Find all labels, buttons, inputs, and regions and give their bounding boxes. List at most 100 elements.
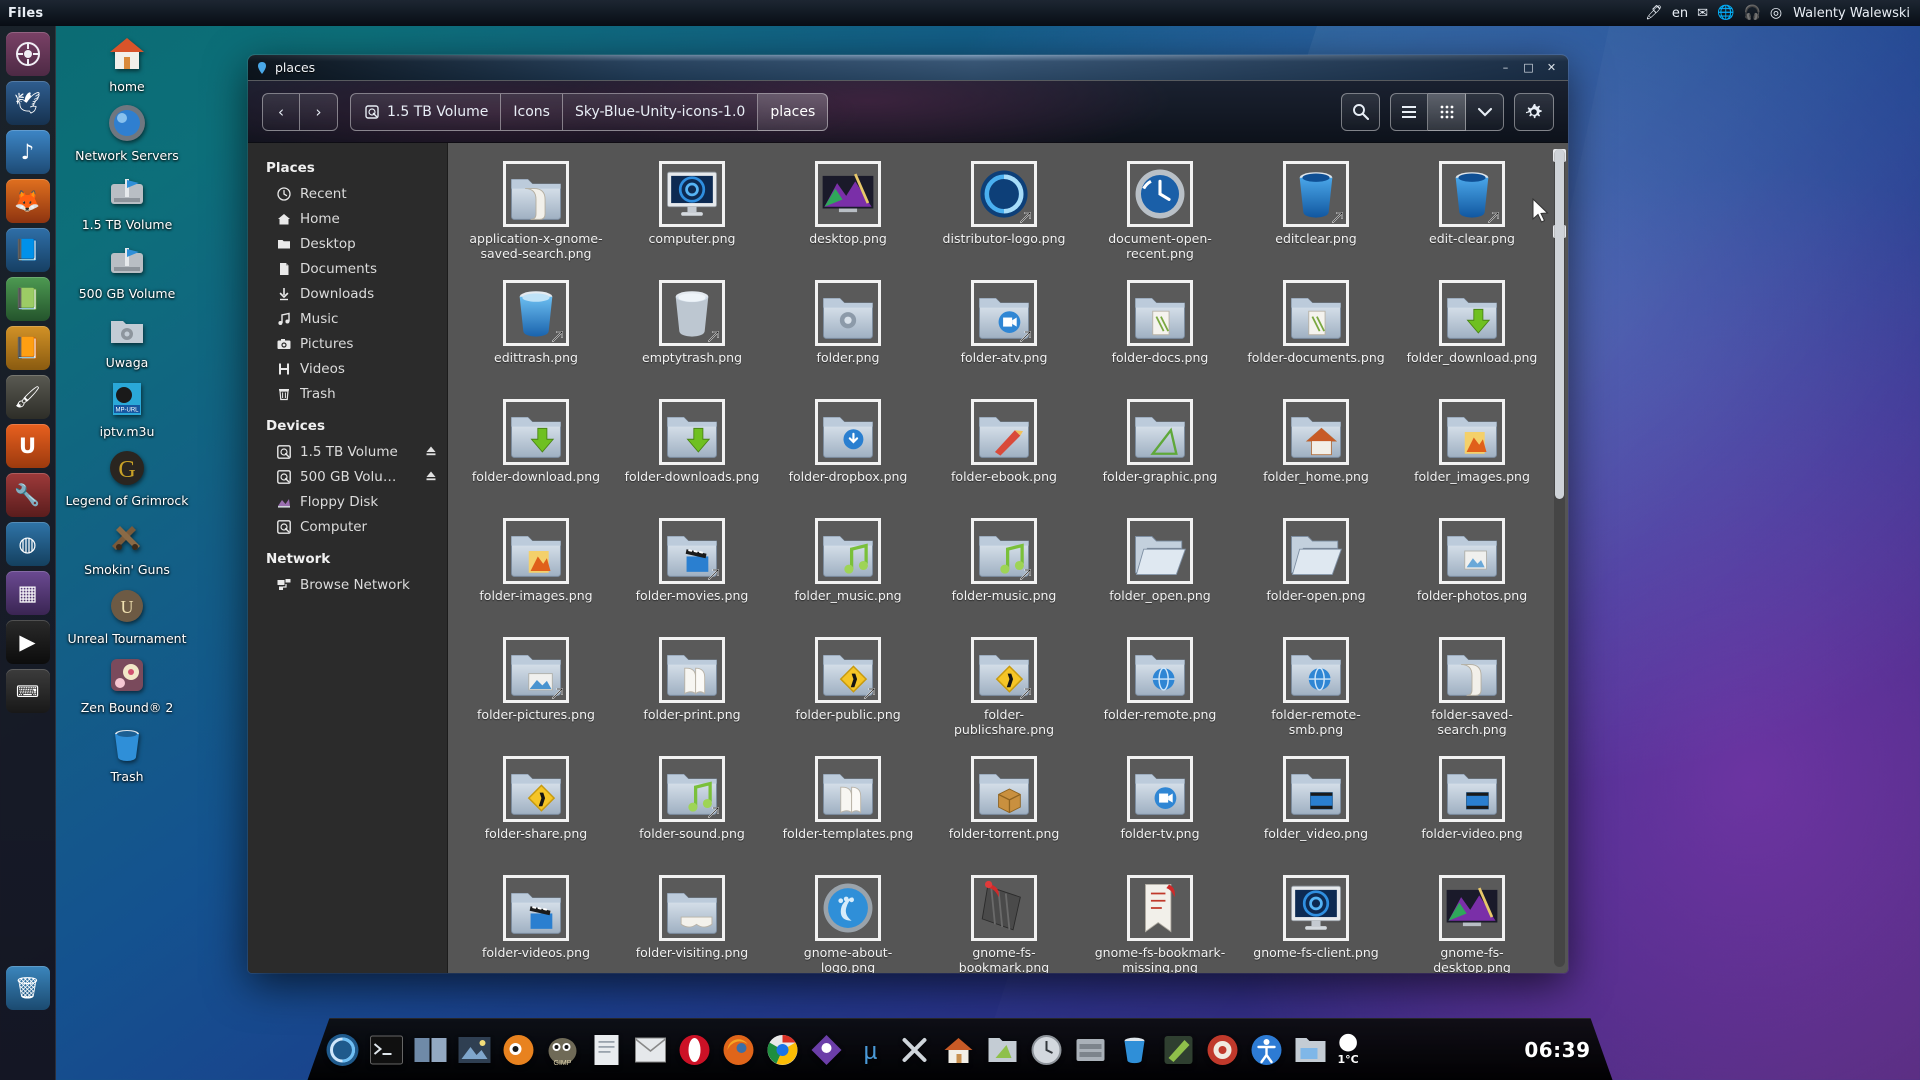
session-icon[interactable]: ◎: [1770, 5, 1782, 21]
dock-chrome[interactable]: [762, 1029, 804, 1071]
launcher-item-libreoffice-writer[interactable]: 📘: [5, 228, 50, 272]
sidebar-item-videos[interactable]: Videos: [248, 356, 447, 381]
file-item[interactable]: folder-dropbox.png: [770, 391, 926, 510]
file-item[interactable]: folder-movies.png: [614, 510, 770, 629]
file-item[interactable]: desktop.png: [770, 153, 926, 272]
file-item[interactable]: folder-saved-search.png: [1394, 629, 1550, 748]
desktop-icon-legend-of-grimrock[interactable]: G Legend of Grimrock: [63, 444, 191, 507]
file-item[interactable]: folder-photos.png: [1394, 510, 1550, 629]
dock-files[interactable]: [1290, 1029, 1332, 1071]
dock-home-folder[interactable]: [938, 1029, 980, 1071]
file-item[interactable]: edit-clear.png: [1394, 153, 1550, 272]
dock-clock[interactable]: 06:39: [1524, 1038, 1598, 1062]
file-item[interactable]: folder_home.png: [1238, 391, 1394, 510]
dock-pidgin[interactable]: [806, 1029, 848, 1071]
panel-app-title[interactable]: Files: [8, 6, 43, 21]
launcher-item-web-browser[interactable]: ◍: [5, 522, 50, 566]
file-item[interactable]: folder-templates.png: [770, 748, 926, 867]
launcher-item-keyboard[interactable]: ⌨: [5, 669, 50, 713]
dock-documents[interactable]: [586, 1029, 628, 1071]
file-list-view[interactable]: application-x-gnome-saved-search.png comp…: [448, 143, 1568, 973]
file-item[interactable]: edittrash.png: [458, 272, 614, 391]
window-titlebar[interactable]: places – □ ✕: [248, 55, 1568, 81]
file-item[interactable]: distributor-logo.png: [926, 153, 1082, 272]
file-item[interactable]: folder_images.png: [1394, 391, 1550, 510]
file-item[interactable]: folder-atv.png: [926, 272, 1082, 391]
file-item[interactable]: folder.png: [770, 272, 926, 391]
dock-terminal[interactable]: [366, 1029, 408, 1071]
dock-gnome-commander[interactable]: [410, 1029, 452, 1071]
file-item[interactable]: folder-download.png: [458, 391, 614, 510]
weather-indicator[interactable]: 🌑 1°C: [1338, 1033, 1359, 1066]
close-button[interactable]: ✕: [1545, 62, 1558, 73]
sidebar-item-recent[interactable]: Recent: [248, 181, 447, 206]
file-item[interactable]: folder-ebook.png: [926, 391, 1082, 510]
desktop-icon-home[interactable]: home: [63, 30, 191, 93]
view-options-button[interactable]: [1466, 92, 1504, 131]
file-item[interactable]: folder-documents.png: [1238, 272, 1394, 391]
file-item[interactable]: folder-publicshare.png: [926, 629, 1082, 748]
launcher-item-rhythmbox[interactable]: ♪: [5, 130, 50, 174]
file-item[interactable]: folder-share.png: [458, 748, 614, 867]
dock-graphics[interactable]: [982, 1029, 1024, 1071]
file-item[interactable]: application-x-gnome-saved-search.png: [458, 153, 614, 272]
user-menu[interactable]: Walenty Walewski: [1793, 6, 1910, 21]
launcher-item-ubuntu-software[interactable]: U: [5, 424, 50, 468]
list-view-button[interactable]: [1390, 92, 1428, 131]
file-item[interactable]: gnome-about-logo.png: [770, 867, 926, 973]
dock-opera[interactable]: [674, 1029, 716, 1071]
launcher-item-terminal[interactable]: ▶: [5, 620, 50, 664]
file-item[interactable]: folder_open.png: [1082, 510, 1238, 629]
file-item[interactable]: folder-tv.png: [1082, 748, 1238, 867]
desktop-icon-network-servers[interactable]: Network Servers: [63, 99, 191, 162]
usb-icon[interactable]: 🖊: [1645, 5, 1663, 21]
launcher-item-trash[interactable]: 🗑: [5, 966, 50, 1010]
dock-target[interactable]: [1202, 1029, 1244, 1071]
file-item[interactable]: folder-torrent.png: [926, 748, 1082, 867]
file-item[interactable]: gnome-fs-bookmark-missing.png: [1082, 867, 1238, 973]
grid-view-button[interactable]: [1428, 92, 1466, 131]
breadcrumb-sky-blue-unity-icons[interactable]: Sky-Blue-Unity-icons-1.0: [562, 92, 759, 131]
launcher-item-gimp[interactable]: 🖌: [5, 375, 50, 419]
sidebar-item-floppy-disk[interactable]: Floppy Disk: [248, 489, 447, 514]
file-item[interactable]: folder-public.png: [770, 629, 926, 748]
desktop-icon-zen-bound-2[interactable]: Zen Bound® 2: [63, 651, 191, 714]
dock-trash[interactable]: [1114, 1029, 1156, 1071]
network-icon[interactable]: 🌐: [1717, 5, 1734, 21]
dock-accessibility[interactable]: [1246, 1029, 1288, 1071]
desktop-icon-uwaga[interactable]: Uwaga: [63, 306, 191, 369]
sidebar-item-downloads[interactable]: Downloads: [248, 281, 447, 306]
file-item[interactable]: folder-remote.png: [1082, 629, 1238, 748]
file-item[interactable]: gnome-fs-bookmark.png: [926, 867, 1082, 973]
desktop-icon-15tb-volume[interactable]: 1.5 TB Volume: [63, 168, 191, 231]
file-item[interactable]: folder-print.png: [614, 629, 770, 748]
breadcrumb-places[interactable]: places: [758, 92, 829, 131]
dock-blender[interactable]: [498, 1029, 540, 1071]
dock-firefox[interactable]: [718, 1029, 760, 1071]
file-item[interactable]: folder-downloads.png: [614, 391, 770, 510]
launcher-item-libreoffice-impress[interactable]: 📙: [5, 326, 50, 370]
file-item[interactable]: gnome-fs-client.png: [1238, 867, 1394, 973]
file-item[interactable]: folder-graphic.png: [1082, 391, 1238, 510]
sidebar-item-music[interactable]: Music: [248, 306, 447, 331]
file-item[interactable]: editclear.png: [1238, 153, 1394, 272]
vertical-scrollbar[interactable]: [1554, 149, 1565, 967]
file-item[interactable]: folder-remote-smb.png: [1238, 629, 1394, 748]
breadcrumb-15tb-volume[interactable]: 1.5 TB Volume: [350, 92, 502, 131]
dock-utorrent[interactable]: µ: [850, 1029, 892, 1071]
dock-crossover[interactable]: [894, 1029, 936, 1071]
sidebar-item-computer[interactable]: Computer: [248, 514, 447, 539]
sidebar-item-desktop[interactable]: Desktop: [248, 231, 447, 256]
sidebar-item-500gb-volume[interactable]: 500 GB Volu…: [248, 464, 447, 489]
breadcrumb-icons[interactable]: Icons: [501, 92, 563, 131]
file-item[interactable]: folder-pictures.png: [458, 629, 614, 748]
file-item[interactable]: folder-images.png: [458, 510, 614, 629]
file-item[interactable]: folder_video.png: [1238, 748, 1394, 867]
sidebar-item-pictures[interactable]: Pictures: [248, 331, 447, 356]
file-item[interactable]: folder-videos.png: [458, 867, 614, 973]
dock-mail[interactable]: [630, 1029, 672, 1071]
file-item[interactable]: folder-visiting.png: [614, 867, 770, 973]
dock-gimp[interactable]: GIMP: [542, 1029, 584, 1071]
dock-pictures-app[interactable]: [454, 1029, 496, 1071]
file-item[interactable]: gnome-fs-desktop.png: [1394, 867, 1550, 973]
